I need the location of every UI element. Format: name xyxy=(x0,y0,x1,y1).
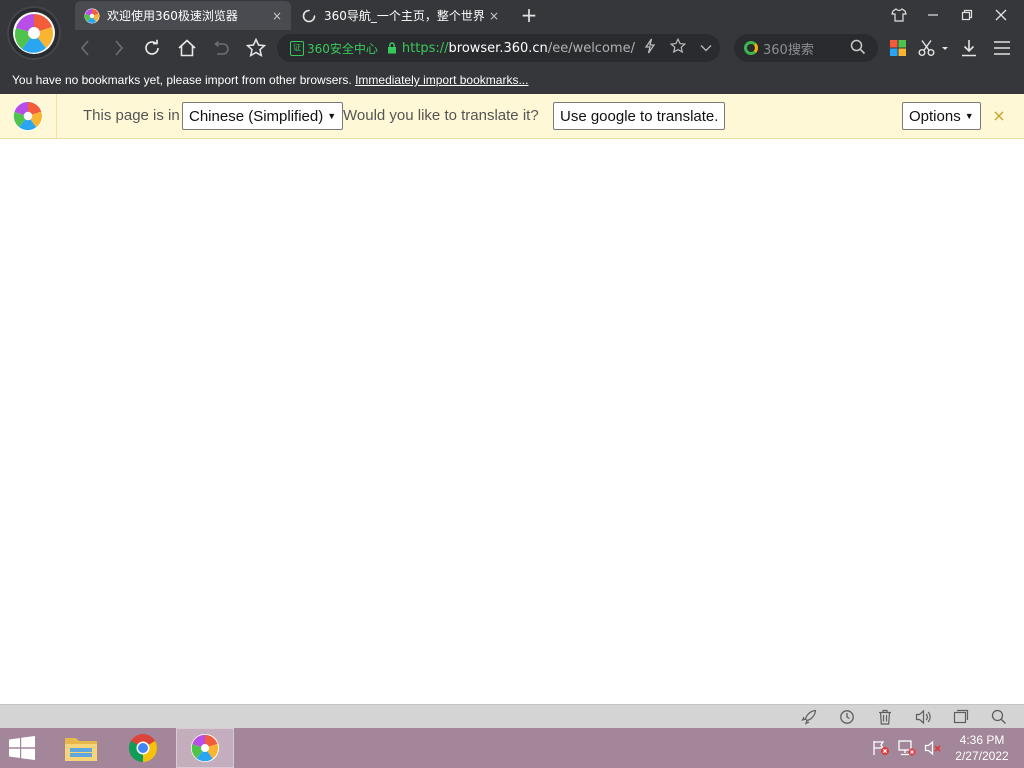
minimize-button[interactable] xyxy=(918,4,948,26)
security-label: 360安全中心 xyxy=(307,41,378,56)
url-text[interactable]: https://browser.360.cn/ee/welcome/ xyxy=(402,41,635,56)
close-infobar-button[interactable]: × xyxy=(990,106,1008,125)
bookmarks-bar: You have no bookmarks yet, please import… xyxy=(0,68,1024,94)
translate-button-label: Use google to translate. xyxy=(560,107,719,125)
360-browser-logo[interactable] xyxy=(7,6,61,60)
restore-button[interactable] xyxy=(952,4,982,26)
360-browser-icon xyxy=(13,101,43,131)
url-host: browser.360.cn xyxy=(448,40,548,56)
history-clock-icon[interactable] xyxy=(838,708,856,726)
address-bar[interactable]: 证 360安全中心 https://browser.360.cn/ee/welc… xyxy=(277,34,720,62)
url-protocol: https:// xyxy=(401,40,449,56)
tab-title: 欢迎使用360极速浏览器 xyxy=(107,9,238,23)
tab-close-button[interactable]: × xyxy=(267,9,287,23)
url-tools xyxy=(644,34,712,62)
translate-options-button[interactable]: Options ▼ xyxy=(902,102,981,130)
tab-title: 360导航_一个主页，整个世界 xyxy=(324,9,484,23)
chevron-down-icon: ▼ xyxy=(327,111,337,121)
translate-prefix-text: This page is in xyxy=(83,107,180,124)
lock-icon[interactable] xyxy=(386,42,398,54)
close-window-button[interactable] xyxy=(986,4,1016,26)
favorite-star-icon[interactable] xyxy=(669,37,687,58)
skin-shirt-icon[interactable] xyxy=(884,4,914,26)
clock-time: 4:36 PM xyxy=(959,733,1005,747)
browser-status-bar xyxy=(0,704,1024,728)
page-content xyxy=(0,140,1024,704)
security-center-badge[interactable]: 证 360安全中心 xyxy=(290,40,378,57)
network-icon[interactable] xyxy=(898,740,916,760)
translate-infobar: This page is in Chinese (Simplified) ▼ W… xyxy=(0,94,1024,139)
volume-muted-icon[interactable] xyxy=(924,740,942,760)
zoom-search-icon[interactable] xyxy=(990,708,1008,726)
translate-button[interactable]: Use google to translate. xyxy=(553,102,726,130)
source-language-select[interactable]: Chinese (Simplified) ▼ xyxy=(182,102,344,130)
forward-button[interactable] xyxy=(105,35,133,61)
home-button[interactable] xyxy=(173,35,201,61)
folder-icon xyxy=(65,738,97,761)
360-browser-icon xyxy=(190,733,220,763)
browser-chrome: 欢迎使用360极速浏览器 × 360导航_一个主页，整个世界 × + 证 360… xyxy=(0,0,1024,94)
options-button-label: Options xyxy=(909,107,961,125)
360-browser-icon xyxy=(84,8,100,24)
360-browser-logo-small xyxy=(0,94,57,138)
loading-spinner-icon xyxy=(301,8,317,24)
system-tray xyxy=(872,740,942,760)
chrome-taskbar-button[interactable] xyxy=(114,728,172,768)
chrome-icon xyxy=(129,734,157,762)
volume-icon[interactable] xyxy=(914,708,932,726)
windows-logo-icon xyxy=(9,736,35,760)
window-mode-icon[interactable] xyxy=(952,708,970,726)
clock-date: 2/27/2022 xyxy=(955,749,1009,763)
bookmark-star-button[interactable] xyxy=(242,35,270,61)
source-language-value: Chinese (Simplified) xyxy=(189,107,324,125)
new-tab-button[interactable]: + xyxy=(516,2,542,28)
search-placeholder: 360搜索 xyxy=(763,42,814,58)
search-box[interactable]: 360搜索 xyxy=(734,34,878,62)
taskbar-clock[interactable]: 4:36 PM 2/27/2022 xyxy=(948,732,1016,764)
chevron-down-icon[interactable] xyxy=(700,40,712,56)
tab-360-navigation[interactable]: 360导航_一个主页，整个世界 × xyxy=(292,1,508,30)
url-path: /ee/welcome/ xyxy=(547,40,635,56)
undo-close-tab-button[interactable] xyxy=(207,35,235,61)
import-bookmarks-link[interactable]: Immediately import bookmarks... xyxy=(355,73,528,87)
windows-taskbar: 4:36 PM 2/27/2022 xyxy=(0,728,1024,768)
file-explorer-taskbar-button[interactable] xyxy=(52,728,110,768)
action-center-flag-icon[interactable] xyxy=(872,740,890,760)
translate-question-text: Would you like to translate it? xyxy=(343,107,539,124)
search-icon[interactable] xyxy=(850,39,866,59)
tab-close-button[interactable]: × xyxy=(484,9,504,23)
360-search-logo-icon xyxy=(744,41,758,55)
back-button[interactable] xyxy=(71,35,99,61)
bookmarks-empty-message: You have no bookmarks yet, please import… xyxy=(12,73,356,87)
menu-icon[interactable] xyxy=(990,36,1014,60)
reload-button[interactable] xyxy=(138,35,166,61)
360-browser-taskbar-button[interactable] xyxy=(176,728,234,768)
tab-welcome[interactable]: 欢迎使用360极速浏览器 × xyxy=(75,1,291,30)
apps-grid-icon[interactable] xyxy=(886,36,910,60)
start-button[interactable] xyxy=(8,736,38,760)
trash-icon[interactable] xyxy=(876,708,894,726)
360-browser-logo-icon xyxy=(13,12,55,54)
lightning-icon[interactable] xyxy=(644,38,656,58)
rocket-speedup-icon[interactable] xyxy=(800,708,818,726)
certified-shield-icon: 证 xyxy=(290,40,304,56)
download-icon[interactable] xyxy=(957,36,981,60)
chevron-down-icon: ▼ xyxy=(964,111,974,121)
status-tools xyxy=(800,707,1008,727)
screenshot-scissors-button[interactable] xyxy=(916,36,950,60)
